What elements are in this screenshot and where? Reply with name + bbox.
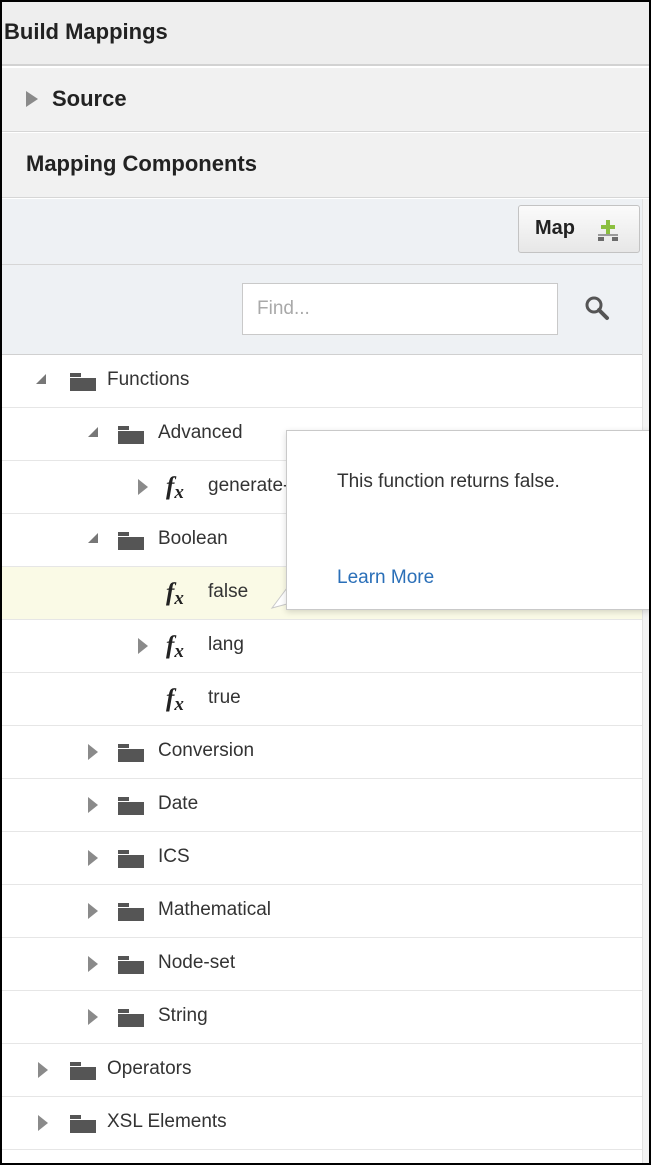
folder-icon	[70, 373, 96, 391]
collapse-arrow-icon[interactable]	[88, 427, 98, 437]
collapse-arrow-icon[interactable]	[36, 374, 46, 384]
tree-item-label: Mathematical	[158, 899, 271, 920]
folder-icon	[70, 1062, 96, 1080]
tree-item-label: ICS	[158, 846, 190, 867]
function-icon: fx	[166, 632, 184, 662]
expand-arrow-icon[interactable]	[88, 903, 98, 919]
search-icon[interactable]	[584, 295, 610, 321]
function-tooltip: This function returns false. Learn More	[286, 430, 649, 610]
find-input[interactable]	[242, 283, 558, 335]
tree-item-label: true	[208, 687, 241, 708]
tree-scrollbar[interactable]	[642, 199, 649, 1163]
expand-arrow-icon[interactable]	[26, 91, 38, 107]
add-map-icon	[598, 220, 618, 241]
folder-icon	[118, 850, 144, 868]
learn-more-link[interactable]: Learn More	[337, 567, 434, 589]
folder-icon	[118, 903, 144, 921]
tree-item-date[interactable]: Date	[2, 779, 642, 832]
tree-item-label: Conversion	[158, 740, 255, 761]
expand-arrow-icon[interactable]	[88, 956, 98, 972]
collapse-arrow-icon[interactable]	[88, 533, 98, 543]
folder-icon	[118, 532, 144, 550]
folder-icon	[118, 1009, 144, 1027]
expand-arrow-icon[interactable]	[88, 850, 98, 866]
expand-arrow-icon[interactable]	[138, 479, 148, 495]
expand-arrow-icon[interactable]	[88, 797, 98, 813]
function-icon: fx	[166, 685, 184, 715]
tree-item-functions[interactable]: Functions	[2, 355, 642, 408]
tree-item-true[interactable]: fx true	[2, 673, 642, 726]
source-section-header[interactable]: Source	[2, 68, 649, 132]
tree-item-label: Date	[158, 793, 199, 814]
expand-arrow-icon[interactable]	[38, 1062, 48, 1078]
tree-item-label: XSL Elements	[107, 1111, 227, 1132]
tree-item-lang[interactable]: fx lang	[2, 620, 642, 673]
map-button[interactable]: Map	[518, 205, 640, 253]
expand-arrow-icon[interactable]	[88, 1009, 98, 1025]
folder-icon	[70, 1115, 96, 1133]
tree-item-label: Boolean	[158, 528, 228, 549]
expand-arrow-icon[interactable]	[38, 1115, 48, 1131]
tree-item-xsl-elements[interactable]: XSL Elements	[2, 1097, 642, 1150]
tree-item-ics[interactable]: ICS	[2, 832, 642, 885]
tree-item-label: lang	[208, 634, 244, 655]
expand-arrow-icon[interactable]	[138, 638, 148, 654]
tree-item-label: false	[208, 581, 249, 602]
tree-item-label: Functions	[107, 369, 190, 390]
folder-icon	[118, 744, 144, 762]
tree-item-operators[interactable]: Operators	[2, 1044, 642, 1097]
function-icon: fx	[166, 473, 184, 503]
expand-arrow-icon[interactable]	[88, 744, 98, 760]
tree-item-label: Advanced	[158, 422, 243, 443]
build-mappings-panel: Build Mappings Source Mapping Components…	[0, 0, 651, 1165]
mapping-components-header: Mapping Components	[2, 133, 649, 198]
toolbar: Map	[2, 199, 642, 265]
tree-item-label: Node-set	[158, 952, 236, 973]
tooltip-description: This function returns false.	[337, 471, 560, 492]
search-row	[2, 265, 642, 355]
folder-icon	[118, 956, 144, 974]
tree-item-node-set[interactable]: Node-set	[2, 938, 642, 991]
function-icon: fx	[166, 579, 184, 609]
tree-item-label: Operators	[107, 1058, 192, 1079]
panel-title: Build Mappings	[2, 2, 649, 66]
tree-item-mathematical[interactable]: Mathematical	[2, 885, 642, 938]
tree-item-string[interactable]: String	[2, 991, 642, 1044]
folder-icon	[118, 426, 144, 444]
tree-item-label: String	[158, 1005, 208, 1026]
source-label: Source	[52, 86, 127, 111]
tree-item-conversion[interactable]: Conversion	[2, 726, 642, 779]
folder-icon	[118, 797, 144, 815]
map-button-label: Map	[535, 217, 575, 239]
